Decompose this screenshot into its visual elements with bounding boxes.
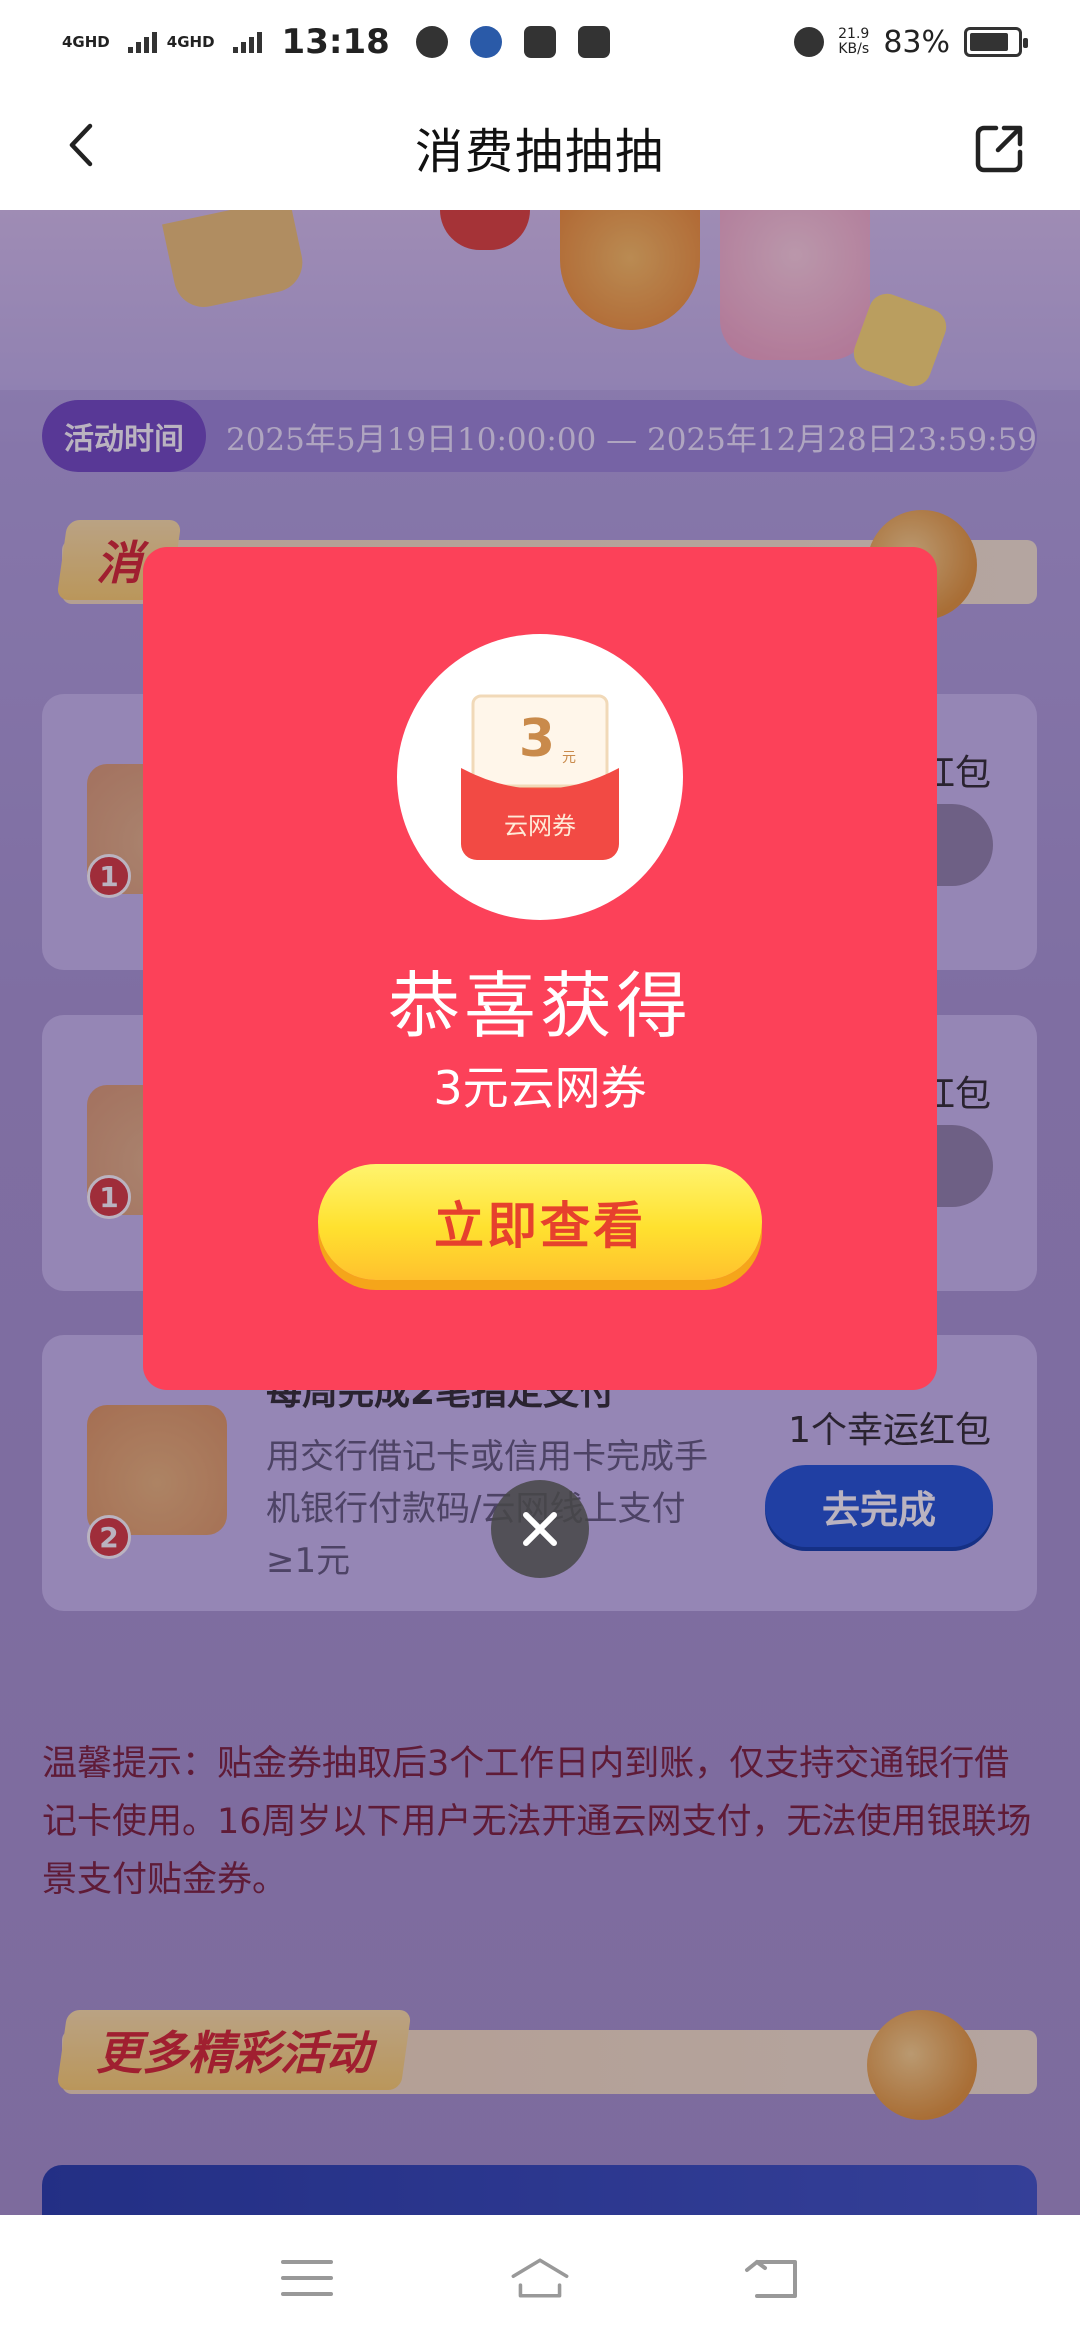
status-bar: 4GHD 4GHD 13:18 21.9 KB/s 83%	[0, 0, 1080, 84]
speed-unit: KB/s	[838, 41, 870, 57]
return-icon	[745, 2259, 798, 2298]
app-header: 消费抽抽抽	[0, 84, 1080, 210]
chevron-left-icon	[69, 123, 93, 167]
coupon-unit: 元	[562, 750, 576, 766]
status-time: 13:18	[281, 22, 390, 62]
speed-value: 21.9	[838, 26, 870, 42]
network-indicator-2: 4GHD	[167, 34, 215, 50]
menu-icon	[280, 2259, 333, 2296]
network-label-2: 4GHD	[166, 33, 215, 51]
share-icon	[975, 125, 1023, 173]
app-notification-icon	[469, 26, 502, 58]
network-indicator-1: 4GHD	[62, 34, 110, 50]
back-button[interactable]	[58, 120, 108, 170]
nav-home-button[interactable]	[508, 2246, 572, 2310]
network-speed: 21.9 KB/s	[838, 27, 869, 57]
coupon-envelope-icon: 3 元 云网券	[461, 694, 619, 860]
signal-icon-2	[232, 31, 262, 53]
app-notification-icon-3	[577, 26, 610, 58]
view-now-button[interactable]: 立即查看	[318, 1164, 762, 1280]
nav-back-button[interactable]	[741, 2246, 805, 2310]
prize-circle: 3 元 云网券	[397, 634, 683, 920]
system-nav-bar	[0, 2215, 1080, 2340]
alarm-icon	[794, 27, 825, 57]
prize-modal: 3 元 云网券 恭喜获得 3元云网券 立即查看	[143, 547, 937, 1390]
share-button[interactable]	[972, 120, 1028, 176]
battery-icon	[964, 27, 1028, 57]
network-label-1: 4GHD	[62, 33, 110, 51]
status-right: 21.9 KB/s 83%	[794, 24, 1028, 60]
battery-percent: 83%	[883, 24, 950, 60]
coupon-label: 云网券	[504, 812, 576, 840]
app-notification-icon-2	[523, 26, 556, 58]
nav-menu-button[interactable]	[275, 2246, 339, 2310]
battery-fill	[970, 33, 1009, 51]
close-button[interactable]	[491, 1480, 589, 1578]
signal-icon	[127, 31, 157, 53]
status-left: 4GHD 4GHD 13:18	[62, 22, 622, 62]
home-icon	[511, 2257, 569, 2298]
close-icon	[523, 1512, 557, 1546]
modal-title: 恭喜获得	[387, 964, 692, 1048]
page-title: 消费抽抽抽	[414, 124, 665, 180]
coupon-value: 3	[519, 709, 555, 769]
modal-prize: 3元云网券	[433, 1061, 647, 1115]
wechat-icon	[415, 26, 448, 58]
